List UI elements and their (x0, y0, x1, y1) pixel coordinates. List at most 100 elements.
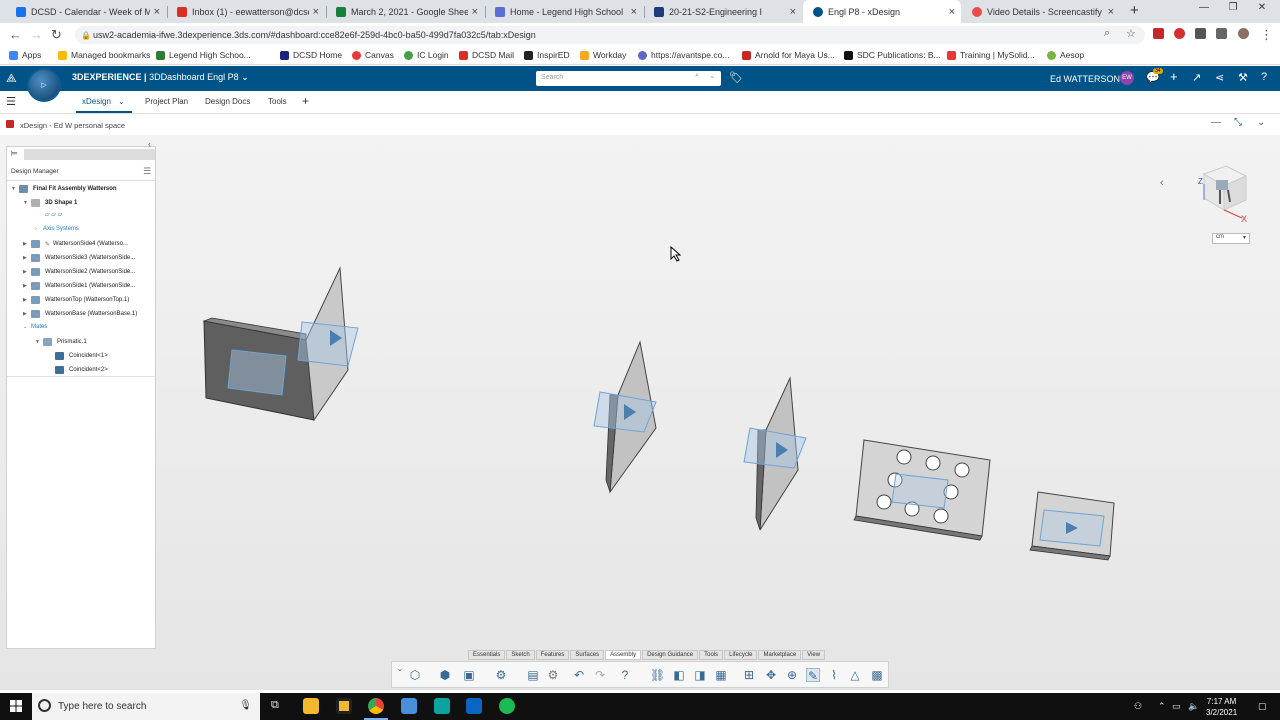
tab-surfaces[interactable]: Surfaces (570, 650, 605, 660)
close-icon[interactable]: × (631, 6, 637, 18)
active-tool-icon[interactable]: ✎ (806, 668, 820, 683)
units-select[interactable]: cm ▾ (1212, 233, 1250, 244)
tree-item-axis-systems[interactable]: › Axis Systems (35, 226, 79, 232)
tab-tools[interactable]: Tools (699, 650, 724, 660)
view-cube[interactable]: Z X (1196, 160, 1248, 222)
3d-viewport[interactable] (0, 135, 1280, 690)
minimize-icon[interactable]: — (1194, 2, 1214, 13)
maximize-icon[interactable]: ⤡ (1234, 117, 1242, 128)
bookmark[interactable]: InspirED (524, 50, 570, 60)
tools-icon[interactable]: ⚒ (1238, 71, 1248, 84)
hamburger-icon[interactable]: ☰ (6, 95, 16, 108)
settings-icon[interactable]: ⚙ (546, 668, 560, 682)
chevron-down-icon[interactable]: ⌄ (393, 662, 407, 676)
undo-icon[interactable]: ↶ (572, 668, 586, 682)
compass-icon[interactable]: ▷ (27, 68, 61, 102)
extension-icon[interactable] (1174, 28, 1185, 39)
new-part-icon[interactable]: ⬢ (438, 668, 452, 682)
panel-menu-icon[interactable]: ☰ (143, 166, 151, 177)
move-icon[interactable]: ✥ (764, 668, 778, 682)
spotify-icon[interactable] (499, 698, 515, 714)
network-icon[interactable]: ▭ (1172, 701, 1181, 712)
add-tab-icon[interactable]: + (302, 94, 309, 108)
zoom-icon[interactable]: ⌕ (1104, 27, 1110, 40)
bookmark[interactable]: Managed bookmarks (58, 50, 150, 60)
tab-features[interactable]: Features (535, 650, 570, 660)
task-view-icon[interactable]: ⧉ (271, 699, 279, 712)
user-name[interactable]: Ed WATTERSON (1050, 74, 1120, 84)
explode-icon[interactable]: ⊕ (785, 668, 799, 682)
mail-icon[interactable] (466, 698, 482, 714)
tab-sketch[interactable]: Sketch (506, 650, 535, 660)
tree-item-mate[interactable]: Coincident<1> (55, 352, 108, 360)
chevron-left-icon[interactable]: ‹ (1160, 177, 1164, 189)
new-tab-button[interactable]: + (1130, 2, 1139, 19)
tab-design-guidance[interactable]: Design Guidance (642, 650, 699, 660)
section-icon[interactable]: △ (848, 668, 862, 682)
component-icon[interactable]: ◧ (672, 668, 686, 682)
side-panel-part[interactable] (743, 376, 807, 531)
help-icon[interactable]: ? (1261, 71, 1267, 83)
browser-tab[interactable]: Home - Legend High School × (485, 0, 643, 23)
bookmark[interactable]: Canvas (352, 50, 394, 60)
tree-item-part[interactable]: ▶ WattersonSide2 (WattersonSide... (23, 268, 135, 276)
render-icon[interactable]: ▩ (870, 668, 884, 682)
measure-icon[interactable]: ⊞ (742, 668, 756, 682)
reload-icon[interactable]: ↻ (51, 27, 62, 43)
tab-design-docs[interactable]: Design Docs (205, 97, 250, 106)
top-plate-part[interactable] (853, 439, 991, 541)
close-icon[interactable]: × (1108, 6, 1114, 18)
avatar[interactable]: EW (1120, 71, 1134, 85)
browser-tab-active[interactable]: Engl P8 - xDesign × (803, 0, 961, 23)
browser-tab[interactable]: Inbox (1) - eewatterson@dcsdk1 × (167, 0, 325, 23)
tag-icon[interactable]: 🏷 (729, 71, 743, 84)
chevron-down-icon[interactable]: ⌄ (118, 97, 125, 106)
tab-tools[interactable]: Tools (268, 97, 287, 106)
base-plate-part[interactable] (1029, 491, 1115, 561)
tab-assembly[interactable]: Assembly (605, 650, 642, 660)
grid-icon[interactable]: ▦ (714, 668, 728, 682)
bookmark[interactable]: Legend High Schoo... (156, 50, 251, 60)
network-icon[interactable]: ⋖ (1215, 71, 1224, 84)
tree-view-icon[interactable]: ⊨ (11, 149, 18, 158)
mate-icon[interactable]: ⚙ (494, 668, 508, 682)
collapse-panel-icon[interactable]: ‹ (148, 139, 151, 149)
extension-icon[interactable] (1153, 28, 1164, 39)
url-field[interactable]: 🔒 usw2-academia-ifwe.3dexperience.3ds.co… (75, 26, 1145, 44)
forward-icon[interactable]: → (30, 27, 43, 42)
help-icon[interactable]: ? (618, 668, 632, 682)
app-icon[interactable] (434, 698, 450, 714)
clock[interactable]: 7:17 AM 3/2/2021 (1206, 696, 1237, 718)
redo-icon[interactable]: ↷ (593, 668, 607, 682)
tree-item-part[interactable]: ▶ WattersonSide1 (WattersonSide... (23, 282, 135, 290)
notification-center-icon[interactable]: ▢ (1258, 701, 1267, 712)
bookmark[interactable]: DCSD Mail (459, 50, 514, 60)
bookmark[interactable]: IC Login (404, 50, 449, 60)
tab-essentials[interactable]: Essentials (468, 650, 506, 660)
star-icon[interactable]: ☆ (1126, 27, 1136, 40)
link-icon[interactable]: ⛓ (650, 668, 665, 682)
chevron-down-icon[interactable]: ⌄ (709, 72, 715, 80)
snap-icon[interactable]: ⌇ (827, 668, 841, 682)
tab-project-plan[interactable]: Project Plan (145, 97, 188, 106)
bookmark[interactable]: https://avantspe.co... (638, 50, 729, 60)
insert-component-icon[interactable]: ⬡ (408, 668, 422, 682)
tree-item-mate[interactable]: Coincident<2> (55, 366, 108, 374)
close-icon[interactable]: × (949, 6, 955, 18)
tree-item-3d-shape[interactable]: ▼ 3D Shape 1 (23, 199, 77, 207)
chrome-icon[interactable] (368, 698, 384, 714)
minimize-icon[interactable]: — (1211, 117, 1221, 128)
plane-icons[interactable]: ▱ ▱ ▱ (45, 211, 62, 218)
bookmark[interactable]: DCSD Home (280, 50, 342, 60)
close-icon[interactable]: × (472, 6, 478, 18)
taskbar-search-input[interactable]: Type here to search 🎙 (32, 693, 260, 720)
tab-marketplace[interactable]: Marketplace (758, 650, 802, 660)
close-icon[interactable]: × (790, 6, 796, 18)
profile-icon[interactable] (1238, 28, 1249, 39)
close-window-icon[interactable]: ✕ (1252, 2, 1272, 13)
close-icon[interactable]: × (154, 6, 160, 18)
tree-item-mate-group[interactable]: ▼ Prismatic.1 (35, 338, 87, 346)
browser-tab[interactable]: Video Details - Screencastify × (962, 0, 1120, 23)
tree-item-mates[interactable]: ⌄ Mates (23, 324, 47, 330)
close-icon[interactable]: × (313, 6, 319, 18)
